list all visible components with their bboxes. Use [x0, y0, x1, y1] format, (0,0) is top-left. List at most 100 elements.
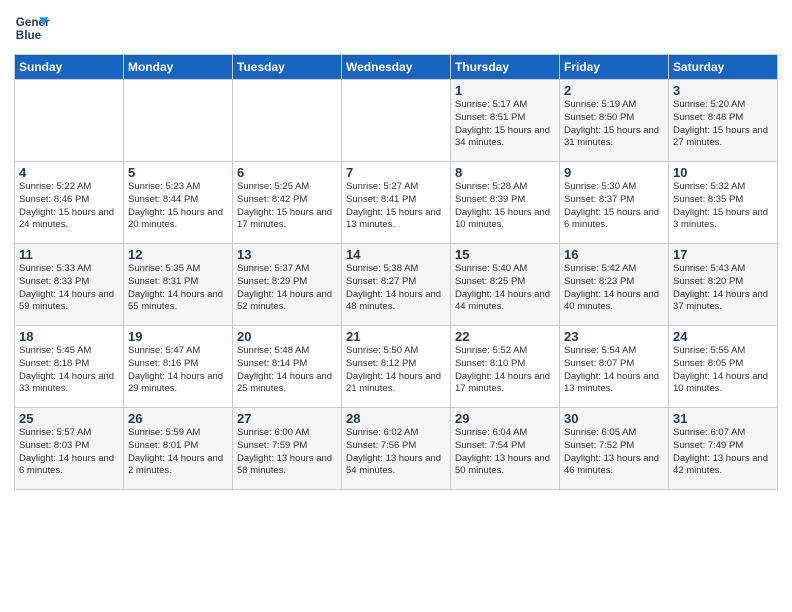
- calendar-cell: 14Sunrise: 5:38 AM Sunset: 8:27 PM Dayli…: [342, 244, 451, 326]
- calendar-cell: 24Sunrise: 5:55 AM Sunset: 8:05 PM Dayli…: [669, 326, 778, 408]
- weekday-header: Monday: [124, 55, 233, 80]
- cell-info: Sunrise: 5:50 AM Sunset: 8:12 PM Dayligh…: [346, 345, 446, 396]
- cell-info: Sunrise: 5:47 AM Sunset: 8:16 PM Dayligh…: [128, 345, 228, 396]
- calendar-cell: 12Sunrise: 5:35 AM Sunset: 8:31 PM Dayli…: [124, 244, 233, 326]
- day-number: 16: [564, 247, 664, 262]
- calendar-cell: 21Sunrise: 5:50 AM Sunset: 8:12 PM Dayli…: [342, 326, 451, 408]
- day-number: 26: [128, 411, 228, 426]
- cell-info: Sunrise: 5:37 AM Sunset: 8:29 PM Dayligh…: [237, 263, 337, 314]
- cell-info: Sunrise: 5:54 AM Sunset: 8:07 PM Dayligh…: [564, 345, 664, 396]
- calendar-cell: 10Sunrise: 5:32 AM Sunset: 8:35 PM Dayli…: [669, 162, 778, 244]
- day-number: 19: [128, 329, 228, 344]
- day-number: 24: [673, 329, 773, 344]
- day-number: 12: [128, 247, 228, 262]
- calendar-cell: 13Sunrise: 5:37 AM Sunset: 8:29 PM Dayli…: [233, 244, 342, 326]
- calendar-week-row: 25Sunrise: 5:57 AM Sunset: 8:03 PM Dayli…: [15, 408, 778, 490]
- calendar-cell: 29Sunrise: 6:04 AM Sunset: 7:54 PM Dayli…: [451, 408, 560, 490]
- cell-info: Sunrise: 6:07 AM Sunset: 7:49 PM Dayligh…: [673, 427, 773, 478]
- header: General Blue: [14, 10, 778, 46]
- calendar-cell: 8Sunrise: 5:28 AM Sunset: 8:39 PM Daylig…: [451, 162, 560, 244]
- calendar-cell: 11Sunrise: 5:33 AM Sunset: 8:33 PM Dayli…: [15, 244, 124, 326]
- calendar-cell: 20Sunrise: 5:48 AM Sunset: 8:14 PM Dayli…: [233, 326, 342, 408]
- day-number: 25: [19, 411, 119, 426]
- calendar-week-row: 1Sunrise: 5:17 AM Sunset: 8:51 PM Daylig…: [15, 80, 778, 162]
- cell-info: Sunrise: 5:35 AM Sunset: 8:31 PM Dayligh…: [128, 263, 228, 314]
- weekday-header: Sunday: [15, 55, 124, 80]
- day-number: 6: [237, 165, 337, 180]
- day-number: 13: [237, 247, 337, 262]
- logo: General Blue: [14, 10, 50, 46]
- calendar-cell: 30Sunrise: 6:05 AM Sunset: 7:52 PM Dayli…: [560, 408, 669, 490]
- calendar-cell: [124, 80, 233, 162]
- cell-info: Sunrise: 6:04 AM Sunset: 7:54 PM Dayligh…: [455, 427, 555, 478]
- cell-info: Sunrise: 5:28 AM Sunset: 8:39 PM Dayligh…: [455, 181, 555, 232]
- weekday-header: Thursday: [451, 55, 560, 80]
- calendar-cell: 6Sunrise: 5:25 AM Sunset: 8:42 PM Daylig…: [233, 162, 342, 244]
- calendar-cell: 18Sunrise: 5:45 AM Sunset: 8:18 PM Dayli…: [15, 326, 124, 408]
- cell-info: Sunrise: 5:43 AM Sunset: 8:20 PM Dayligh…: [673, 263, 773, 314]
- day-number: 21: [346, 329, 446, 344]
- calendar-cell: 17Sunrise: 5:43 AM Sunset: 8:20 PM Dayli…: [669, 244, 778, 326]
- cell-info: Sunrise: 5:33 AM Sunset: 8:33 PM Dayligh…: [19, 263, 119, 314]
- calendar-cell: 5Sunrise: 5:23 AM Sunset: 8:44 PM Daylig…: [124, 162, 233, 244]
- calendar-cell: 28Sunrise: 6:02 AM Sunset: 7:56 PM Dayli…: [342, 408, 451, 490]
- weekday-header: Saturday: [669, 55, 778, 80]
- cell-info: Sunrise: 5:27 AM Sunset: 8:41 PM Dayligh…: [346, 181, 446, 232]
- day-number: 14: [346, 247, 446, 262]
- cell-info: Sunrise: 5:30 AM Sunset: 8:37 PM Dayligh…: [564, 181, 664, 232]
- calendar-cell: [15, 80, 124, 162]
- cell-info: Sunrise: 5:48 AM Sunset: 8:14 PM Dayligh…: [237, 345, 337, 396]
- page-container: General Blue SundayMondayTuesdayWednesda…: [0, 0, 792, 496]
- svg-text:Blue: Blue: [16, 29, 42, 42]
- calendar-cell: [233, 80, 342, 162]
- day-number: 31: [673, 411, 773, 426]
- day-number: 27: [237, 411, 337, 426]
- cell-info: Sunrise: 6:05 AM Sunset: 7:52 PM Dayligh…: [564, 427, 664, 478]
- calendar-week-row: 4Sunrise: 5:22 AM Sunset: 8:46 PM Daylig…: [15, 162, 778, 244]
- cell-info: Sunrise: 5:45 AM Sunset: 8:18 PM Dayligh…: [19, 345, 119, 396]
- weekday-header: Friday: [560, 55, 669, 80]
- day-number: 5: [128, 165, 228, 180]
- day-number: 30: [564, 411, 664, 426]
- calendar-table: SundayMondayTuesdayWednesdayThursdayFrid…: [14, 54, 778, 490]
- calendar-cell: 7Sunrise: 5:27 AM Sunset: 8:41 PM Daylig…: [342, 162, 451, 244]
- calendar-cell: 23Sunrise: 5:54 AM Sunset: 8:07 PM Dayli…: [560, 326, 669, 408]
- calendar-week-row: 18Sunrise: 5:45 AM Sunset: 8:18 PM Dayli…: [15, 326, 778, 408]
- day-number: 3: [673, 83, 773, 98]
- calendar-cell: 3Sunrise: 5:20 AM Sunset: 8:48 PM Daylig…: [669, 80, 778, 162]
- day-number: 15: [455, 247, 555, 262]
- calendar-cell: 22Sunrise: 5:52 AM Sunset: 8:10 PM Dayli…: [451, 326, 560, 408]
- day-number: 2: [564, 83, 664, 98]
- cell-info: Sunrise: 5:59 AM Sunset: 8:01 PM Dayligh…: [128, 427, 228, 478]
- cell-info: Sunrise: 5:55 AM Sunset: 8:05 PM Dayligh…: [673, 345, 773, 396]
- cell-info: Sunrise: 5:42 AM Sunset: 8:23 PM Dayligh…: [564, 263, 664, 314]
- calendar-cell: 19Sunrise: 5:47 AM Sunset: 8:16 PM Dayli…: [124, 326, 233, 408]
- cell-info: Sunrise: 5:32 AM Sunset: 8:35 PM Dayligh…: [673, 181, 773, 232]
- day-number: 7: [346, 165, 446, 180]
- calendar-cell: 4Sunrise: 5:22 AM Sunset: 8:46 PM Daylig…: [15, 162, 124, 244]
- day-number: 8: [455, 165, 555, 180]
- calendar-cell: 15Sunrise: 5:40 AM Sunset: 8:25 PM Dayli…: [451, 244, 560, 326]
- cell-info: Sunrise: 5:19 AM Sunset: 8:50 PM Dayligh…: [564, 99, 664, 150]
- calendar-cell: 27Sunrise: 6:00 AM Sunset: 7:59 PM Dayli…: [233, 408, 342, 490]
- day-number: 11: [19, 247, 119, 262]
- cell-info: Sunrise: 5:38 AM Sunset: 8:27 PM Dayligh…: [346, 263, 446, 314]
- cell-info: Sunrise: 5:20 AM Sunset: 8:48 PM Dayligh…: [673, 99, 773, 150]
- day-number: 22: [455, 329, 555, 344]
- day-number: 9: [564, 165, 664, 180]
- day-number: 23: [564, 329, 664, 344]
- cell-info: Sunrise: 5:25 AM Sunset: 8:42 PM Dayligh…: [237, 181, 337, 232]
- cell-info: Sunrise: 5:22 AM Sunset: 8:46 PM Dayligh…: [19, 181, 119, 232]
- weekday-header: Tuesday: [233, 55, 342, 80]
- day-number: 1: [455, 83, 555, 98]
- day-number: 20: [237, 329, 337, 344]
- day-number: 10: [673, 165, 773, 180]
- calendar-cell: 31Sunrise: 6:07 AM Sunset: 7:49 PM Dayli…: [669, 408, 778, 490]
- cell-info: Sunrise: 5:17 AM Sunset: 8:51 PM Dayligh…: [455, 99, 555, 150]
- day-number: 28: [346, 411, 446, 426]
- logo-icon: General Blue: [14, 10, 50, 46]
- day-number: 29: [455, 411, 555, 426]
- cell-info: Sunrise: 5:57 AM Sunset: 8:03 PM Dayligh…: [19, 427, 119, 478]
- cell-info: Sunrise: 6:02 AM Sunset: 7:56 PM Dayligh…: [346, 427, 446, 478]
- day-number: 17: [673, 247, 773, 262]
